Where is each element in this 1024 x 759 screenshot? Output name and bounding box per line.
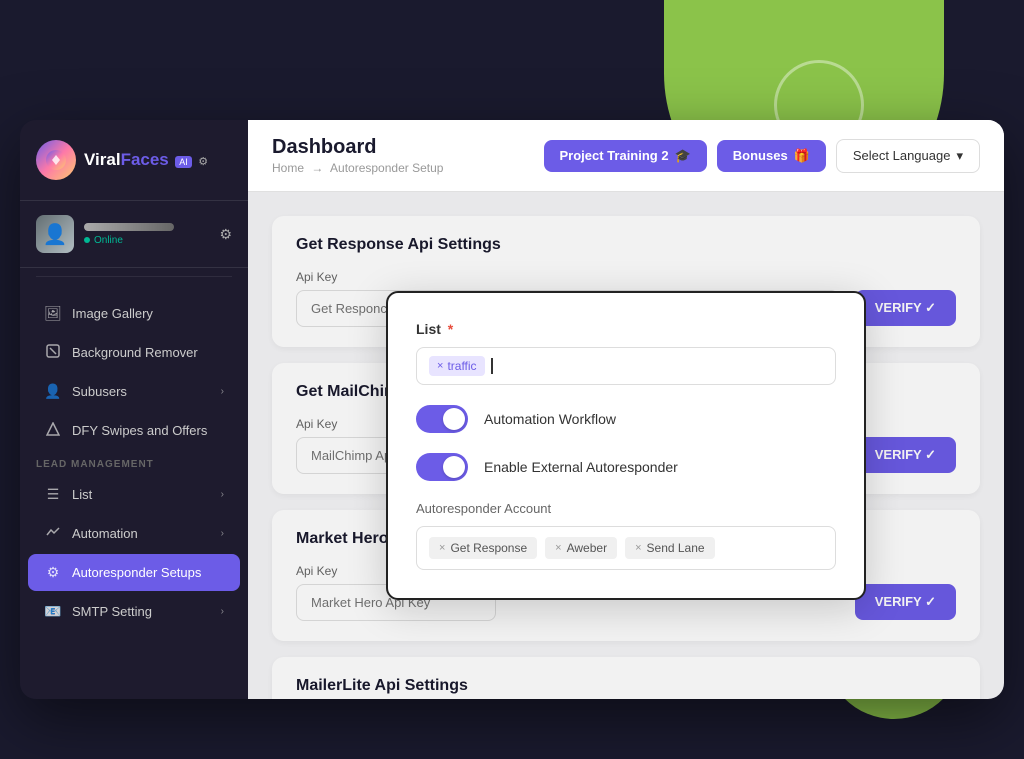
- app-container: ViralFaces AI ⚙ 👤 Online ⚙ 🖼: [20, 120, 1004, 699]
- breadcrumb: Home → Autoresponder Setup: [272, 161, 544, 175]
- account-tag-get-response[interactable]: × Get Response: [429, 537, 537, 559]
- automation-icon: [44, 525, 62, 542]
- sidebar-item-automation[interactable]: Automation ›: [28, 515, 240, 552]
- status-dot: [84, 237, 90, 243]
- logo-icon: [36, 140, 76, 180]
- required-asterisk: *: [448, 321, 453, 337]
- sidebar-item-smtp-setting[interactable]: 📧 SMTP Setting ›: [28, 593, 240, 630]
- project-training-button[interactable]: Project Training 2 🎓: [544, 140, 707, 172]
- page-title: Dashboard: [272, 136, 544, 159]
- user-info: Online: [84, 223, 209, 246]
- bonuses-icon: 🎁: [794, 148, 810, 164]
- sidebar-user: 👤 Online ⚙: [20, 201, 248, 268]
- settings-icon[interactable]: ⚙: [219, 226, 232, 243]
- automation-workflow-toggle[interactable]: [416, 405, 468, 433]
- automation-workflow-row: Automation Workflow: [416, 405, 836, 433]
- sidebar-item-image-gallery[interactable]: 🖼 Image Gallery: [28, 295, 240, 332]
- sidebar-nav: 🖼 Image Gallery Background Remover 👤 Sub…: [20, 285, 248, 699]
- list-tag-remove[interactable]: ×: [437, 360, 443, 372]
- user-name-bar: [84, 223, 174, 231]
- header-actions: Project Training 2 🎓 Bonuses 🎁 Select La…: [544, 139, 981, 173]
- image-gallery-icon: 🖼: [44, 305, 62, 322]
- sidebar-item-autoresponder-setups[interactable]: ⚙ Autoresponder Setups: [28, 554, 240, 591]
- get-response-tag-remove[interactable]: ×: [439, 542, 445, 554]
- autoresponder-modal: List * × traffic: [386, 291, 866, 600]
- automation-workflow-label: Automation Workflow: [484, 411, 616, 427]
- automation-arrow: ›: [221, 528, 224, 539]
- project-training-icon: 🎓: [675, 148, 691, 164]
- send-lane-tag-remove[interactable]: ×: [635, 542, 641, 554]
- select-language-button[interactable]: Select Language ▾: [836, 139, 980, 173]
- language-chevron-icon: ▾: [956, 148, 963, 164]
- list-icon: ☰: [44, 486, 62, 503]
- logo-text: ViralFaces AI ⚙: [84, 150, 208, 170]
- external-autoresponder-toggle[interactable]: [416, 453, 468, 481]
- smtp-icon: 📧: [44, 603, 62, 620]
- user-status: Online: [84, 235, 209, 246]
- text-cursor: [491, 358, 493, 374]
- header-title-area: Dashboard Home → Autoresponder Setup: [272, 136, 544, 175]
- sidebar-item-list[interactable]: ☰ List ›: [28, 476, 240, 513]
- toggle-track-2: [416, 453, 468, 481]
- main-content: Dashboard Home → Autoresponder Setup Pro…: [248, 120, 1004, 699]
- subusers-arrow: ›: [221, 386, 224, 397]
- sidebar-item-background-remover[interactable]: Background Remover: [28, 334, 240, 371]
- account-section-label: Autoresponder Account: [416, 501, 836, 516]
- sidebar: ViralFaces AI ⚙ 👤 Online ⚙ 🖼: [20, 120, 248, 699]
- modal-overlay: List * × traffic: [248, 192, 1004, 699]
- page-header: Dashboard Home → Autoresponder Setup Pro…: [248, 120, 1004, 192]
- external-autoresponder-row: Enable External Autoresponder: [416, 453, 836, 481]
- sidebar-logo: ViralFaces AI ⚙: [20, 120, 248, 201]
- smtp-arrow: ›: [221, 606, 224, 617]
- dfy-swipes-icon: [44, 422, 62, 439]
- sidebar-item-dfy-swipes[interactable]: DFY Swipes and Offers: [28, 412, 240, 449]
- background-remover-icon: [44, 344, 62, 361]
- modal-list-input[interactable]: × traffic: [416, 347, 836, 385]
- bonuses-button[interactable]: Bonuses 🎁: [717, 140, 826, 172]
- sidebar-item-subusers[interactable]: 👤 Subusers ›: [28, 373, 240, 410]
- list-arrow: ›: [221, 489, 224, 500]
- toggle-track: [416, 405, 468, 433]
- autoresponder-icon: ⚙: [44, 564, 62, 581]
- toggle-thumb: [443, 408, 465, 430]
- account-tag-aweber[interactable]: × Aweber: [545, 537, 617, 559]
- toggle-thumb-2: [443, 456, 465, 478]
- content-area: Get Response Api Settings Api Key VERIFY…: [248, 192, 1004, 699]
- account-section: Autoresponder Account × Get Response × A…: [416, 501, 836, 570]
- account-tags-container[interactable]: × Get Response × Aweber × Send Lane: [416, 526, 836, 570]
- aweber-tag-remove[interactable]: ×: [555, 542, 561, 554]
- subusers-icon: 👤: [44, 383, 62, 400]
- external-autoresponder-label: Enable External Autoresponder: [484, 459, 678, 475]
- account-tag-send-lane[interactable]: × Send Lane: [625, 537, 715, 559]
- modal-list-label: List *: [416, 321, 836, 337]
- list-tag: × traffic: [429, 356, 485, 376]
- avatar: 👤: [36, 215, 74, 253]
- lead-management-label: LEAD MANAGEMENT: [20, 451, 248, 474]
